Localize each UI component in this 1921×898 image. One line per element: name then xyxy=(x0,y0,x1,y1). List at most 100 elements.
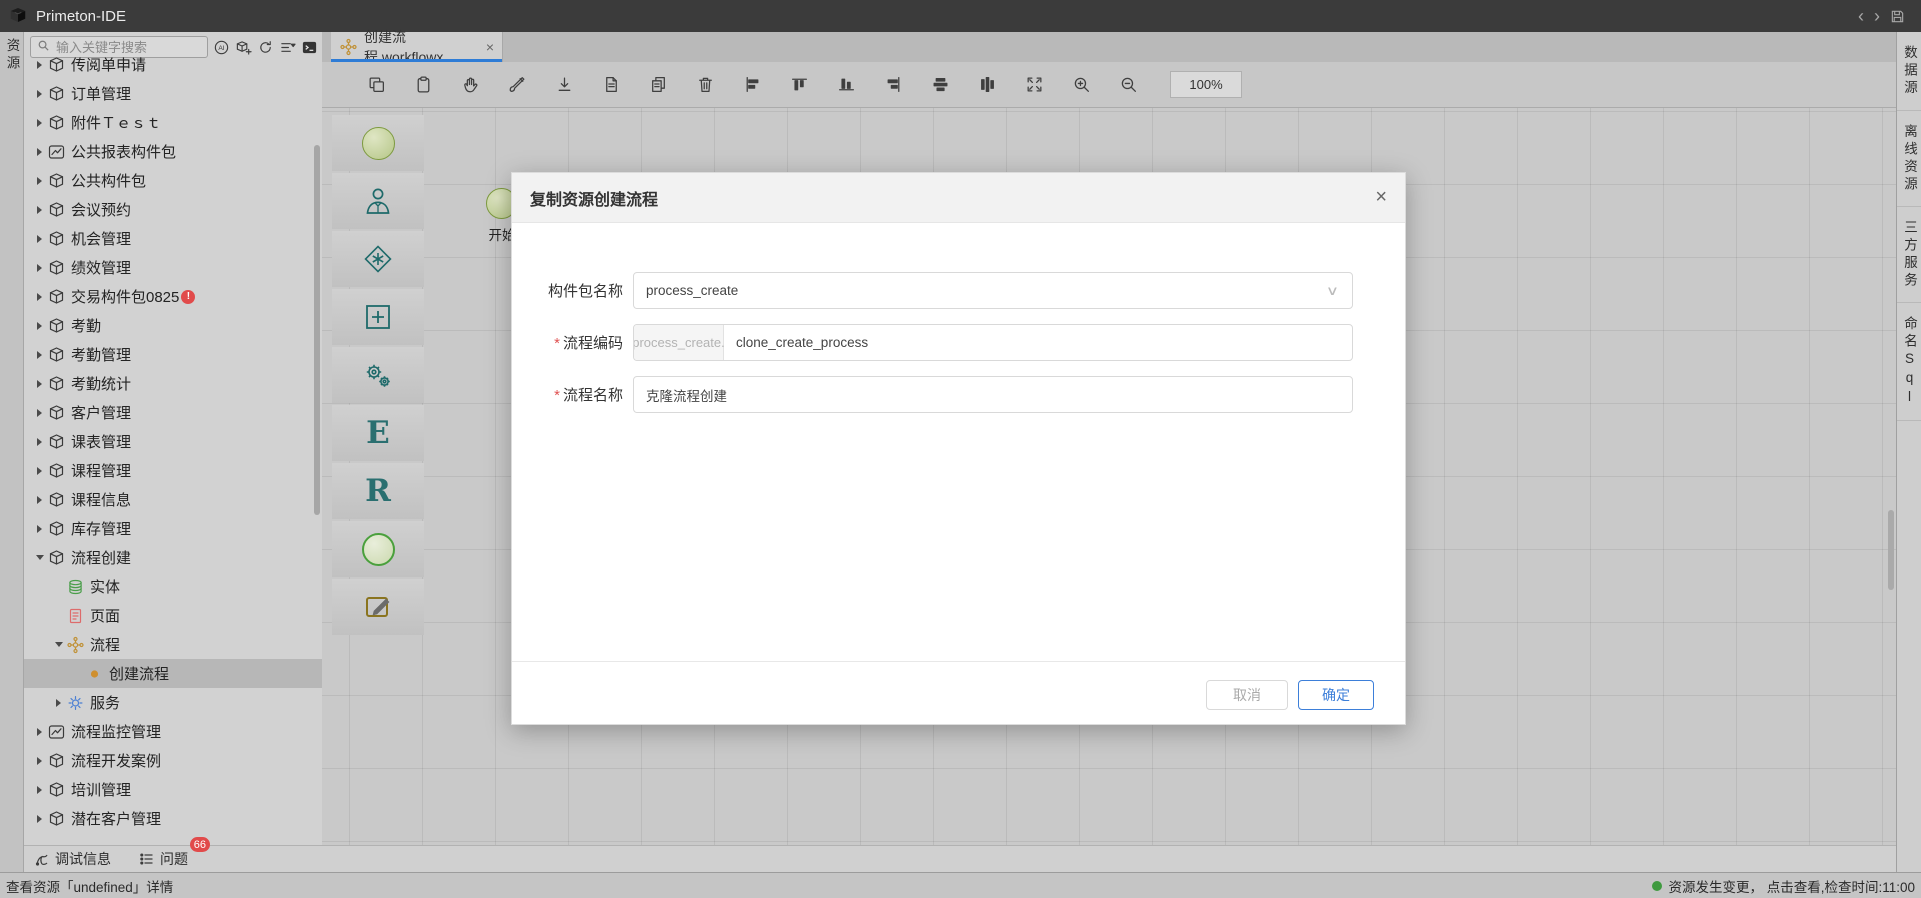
tree-collapsed-arrow-icon[interactable] xyxy=(32,351,47,359)
add-package-icon[interactable] xyxy=(235,39,252,56)
zoom-level-display[interactable]: 100% xyxy=(1170,71,1242,98)
align-top-icon[interactable] xyxy=(790,75,809,94)
palette-actor-node[interactable] xyxy=(332,173,424,229)
left-rail-tab-resources[interactable]: 资源 xyxy=(2,38,22,73)
tree-collapsed-arrow-icon[interactable] xyxy=(32,206,47,214)
tree-collapsed-arrow-icon[interactable] xyxy=(32,409,47,417)
debug-info-button[interactable]: 调试信息 xyxy=(34,849,111,869)
canvas-scrollbar[interactable] xyxy=(1888,510,1894,590)
palette-rule-letter[interactable]: R xyxy=(332,463,424,519)
format-brush-icon[interactable] xyxy=(508,75,527,94)
tree-item-1[interactable]: 订单管理 xyxy=(24,79,322,108)
sort-icon[interactable] xyxy=(279,39,296,56)
tree-collapsed-arrow-icon[interactable] xyxy=(32,467,47,475)
package-name-select[interactable]: ∨ xyxy=(633,272,1353,309)
palette-auto-activity[interactable] xyxy=(332,347,424,403)
distribute-icon[interactable] xyxy=(978,75,997,94)
align-right-icon[interactable] xyxy=(884,75,903,94)
status-right-text[interactable]: 资源发生变更， 点击查看,检查时间:11:00 xyxy=(1668,876,1915,896)
copy-icon[interactable] xyxy=(367,75,386,94)
duplicate-icon[interactable] xyxy=(649,75,668,94)
tree-item-18[interactable]: 实体 xyxy=(24,572,322,601)
tree-collapsed-arrow-icon[interactable] xyxy=(32,264,47,272)
paste-icon[interactable] xyxy=(414,75,433,94)
status-left-text[interactable]: 查看资源「undefined」详情 xyxy=(6,876,173,896)
tree-collapsed-arrow-icon[interactable] xyxy=(32,757,47,765)
tree-collapsed-arrow-icon[interactable] xyxy=(32,119,47,127)
tree-item-3[interactable]: 公共报表构件包 xyxy=(24,137,322,166)
tree-collapsed-arrow-icon[interactable] xyxy=(32,90,47,98)
tree-collapsed-arrow-icon[interactable] xyxy=(32,438,47,446)
chevron-down-icon[interactable]: ∨ xyxy=(1326,283,1353,299)
problems-button[interactable]: 问题 66 xyxy=(139,849,188,869)
fit-screen-icon[interactable] xyxy=(1025,75,1044,94)
ai-icon[interactable]: AI xyxy=(213,39,230,56)
tree-item-12[interactable]: 客户管理 xyxy=(24,398,322,427)
tree-item-21[interactable]: 创建流程 xyxy=(24,659,322,688)
right-rail-tab-0[interactable]: 数据源 xyxy=(1897,32,1921,111)
tab-create-process[interactable]: 创建流程.workflowx × xyxy=(331,32,503,62)
tree-item-15[interactable]: 课程信息 xyxy=(24,485,322,514)
tree-expanded-arrow-icon[interactable] xyxy=(51,642,66,647)
process-name-input[interactable] xyxy=(634,377,1352,412)
tree-collapsed-arrow-icon[interactable] xyxy=(51,699,66,707)
tree-item-6[interactable]: 机会管理 xyxy=(24,224,322,253)
save-icon[interactable] xyxy=(1890,9,1905,24)
align-center-icon[interactable] xyxy=(931,75,950,94)
tree-item-8[interactable]: 交易构件包0825! xyxy=(24,282,322,311)
tree-collapsed-arrow-icon[interactable] xyxy=(32,177,47,185)
palette-start-node[interactable] xyxy=(332,115,424,171)
refresh-icon[interactable] xyxy=(257,39,274,56)
tree-collapsed-arrow-icon[interactable] xyxy=(32,61,47,69)
palette-note-node[interactable] xyxy=(332,579,424,635)
process-name-field[interactable] xyxy=(633,376,1353,413)
select-value[interactable] xyxy=(634,273,1330,308)
align-left-icon[interactable] xyxy=(743,75,762,94)
pan-icon[interactable] xyxy=(461,75,480,94)
tree-item-24[interactable]: 流程开发案例 xyxy=(24,746,322,775)
tree-collapsed-arrow-icon[interactable] xyxy=(32,786,47,794)
document-icon[interactable] xyxy=(602,75,621,94)
tab-close-icon[interactable]: × xyxy=(486,39,494,55)
process-code-field[interactable]: process_create. xyxy=(633,324,1353,361)
tree-collapsed-arrow-icon[interactable] xyxy=(32,235,47,243)
tree-collapsed-arrow-icon[interactable] xyxy=(32,815,47,823)
process-code-input[interactable] xyxy=(724,325,1352,360)
align-bottom-icon[interactable] xyxy=(837,75,856,94)
tree-collapsed-arrow-icon[interactable] xyxy=(32,293,47,301)
tree-item-2[interactable]: 附件Ｔｅｓｔ xyxy=(24,108,322,137)
palette-decision-node[interactable] xyxy=(332,231,424,287)
tree-item-23[interactable]: 流程监控管理 xyxy=(24,717,322,746)
tree-collapsed-arrow-icon[interactable] xyxy=(32,380,47,388)
tree-item-19[interactable]: 页面 xyxy=(24,601,322,630)
tree-item-11[interactable]: 考勤统计 xyxy=(24,369,322,398)
tree-item-4[interactable]: 公共构件包 xyxy=(24,166,322,195)
tree-expanded-arrow-icon[interactable] xyxy=(32,555,47,560)
search-input[interactable] xyxy=(54,39,184,56)
sidebar-scrollbar[interactable] xyxy=(314,145,320,515)
tree-item-14[interactable]: 课程管理 xyxy=(24,456,322,485)
confirm-button[interactable]: 确定 xyxy=(1298,680,1374,710)
tree-item-10[interactable]: 考勤管理 xyxy=(24,340,322,369)
right-rail-tab-2[interactable]: 三方服务 xyxy=(1897,207,1921,303)
tree-item-17[interactable]: 流程创建 xyxy=(24,543,322,572)
tree-item-20[interactable]: 流程 xyxy=(24,630,322,659)
tree-collapsed-arrow-icon[interactable] xyxy=(32,525,47,533)
palette-end-node[interactable] xyxy=(332,521,424,577)
tree-item-25[interactable]: 培训管理 xyxy=(24,775,322,804)
tree-collapsed-arrow-icon[interactable] xyxy=(32,148,47,156)
palette-subprocess-node[interactable] xyxy=(332,289,424,345)
tree-collapsed-arrow-icon[interactable] xyxy=(32,496,47,504)
tree-item-5[interactable]: 会议预约 xyxy=(24,195,322,224)
tree-item-26[interactable]: 潜在客户管理 xyxy=(24,804,322,833)
export-icon[interactable] xyxy=(555,75,574,94)
tree-collapsed-arrow-icon[interactable] xyxy=(32,728,47,736)
console-icon[interactable] xyxy=(301,39,318,56)
tree-item-22[interactable]: 服务 xyxy=(24,688,322,717)
tree-item-7[interactable]: 绩效管理 xyxy=(24,253,322,282)
palette-entity-letter[interactable]: E xyxy=(332,405,424,461)
right-rail-tab-1[interactable]: 离线资源 xyxy=(1897,111,1921,207)
tree-item-16[interactable]: 库存管理 xyxy=(24,514,322,543)
zoom-in-icon[interactable] xyxy=(1072,75,1091,94)
right-rail-tab-3[interactable]: 命名Sql xyxy=(1897,303,1921,421)
